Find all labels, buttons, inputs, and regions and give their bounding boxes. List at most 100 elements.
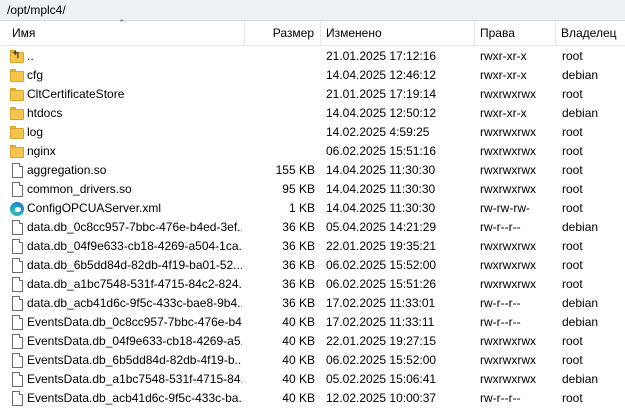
file-icon — [9, 295, 25, 312]
file-name: data.db_0c8cc957-7bbc-476e-b4ed-3ef... — [27, 220, 242, 234]
column-header-size-label: Размер — [272, 26, 314, 40]
file-size — [245, 142, 315, 161]
file-owner: root — [562, 144, 583, 158]
file-row[interactable]: data.db_a1bc7548-531f-4715-84c2-824... 36… — [0, 275, 625, 294]
column-header-name-label: Имя — [12, 26, 36, 40]
column-header-modified-label: Изменено — [326, 26, 382, 40]
file-permissions: rwxrwxrwx — [480, 334, 536, 348]
file-row[interactable]: CltCertificateStore 21.01.2025 17:19:14 rw… — [0, 85, 625, 104]
file-size: 95 KB — [282, 182, 315, 196]
up-folder-icon: ↰ — [9, 48, 25, 65]
file-modified: 14.04.2025 11:30:30 — [326, 182, 436, 196]
file-icon — [9, 352, 25, 369]
file-permissions: rwxrwxrwx — [480, 258, 536, 272]
file-name: data.db_6b5dd84d-82db-4f19-ba01-52... — [27, 258, 242, 272]
edge-icon — [9, 200, 25, 217]
file-owner: root — [562, 239, 583, 253]
file-owner: debian — [562, 296, 599, 310]
sort-ascending-icon: ⌃ — [118, 18, 126, 28]
file-size: 36 KB — [282, 220, 315, 234]
file-icon — [9, 162, 25, 179]
file-row[interactable]: htdocs 14.04.2025 12:50:12 rwxr-xr-x debian — [0, 104, 625, 123]
file-permissions: rwxrwxrwx — [480, 163, 536, 177]
file-name: EventsData.db_acb41d6c-9f5c-433c-ba... — [27, 391, 242, 405]
file-modified: 05.04.2025 14:21:29 — [326, 220, 437, 234]
file-icon — [9, 333, 25, 350]
file-owner: debian — [562, 372, 599, 386]
file-size — [245, 47, 315, 66]
file-owner: root — [562, 87, 583, 101]
column-header-modified[interactable]: Изменено — [321, 21, 475, 46]
column-header-permissions[interactable]: Права — [475, 21, 556, 46]
file-name: data.db_a1bc7548-531f-4715-84c2-824... — [27, 277, 242, 291]
file-row[interactable]: log 14.02.2025 4:59:25 rwxrwxrwx root — [0, 123, 625, 142]
file-row[interactable]: cfg 14.04.2025 12:46:12 rwxr-xr-x debian — [0, 66, 625, 85]
file-row[interactable]: EventsData.db_04f9e633-cb18-4269-a5... 40… — [0, 332, 625, 351]
file-permissions: rwxrwxrwx — [480, 182, 536, 196]
file-name: log — [27, 125, 44, 139]
file-row[interactable]: data.db_04f9e633-cb18-4269-a504-1ca... 36… — [0, 237, 625, 256]
file-modified: 22.01.2025 19:27:15 — [326, 334, 437, 348]
file-permissions: rwxrwxrwx — [480, 144, 536, 158]
file-owner: debian — [562, 220, 599, 234]
file-name: EventsData.db_04f9e633-cb18-4269-a5... — [27, 334, 242, 348]
file-size: 36 KB — [282, 277, 315, 291]
file-list[interactable]: ↰.. 21.01.2025 17:12:16 rwxr-xr-x root cfg 14… — [0, 47, 625, 415]
file-row[interactable]: EventsData.db_6b5dd84d-82db-4f19-b... 40 … — [0, 351, 625, 370]
file-size: 36 KB — [282, 258, 315, 272]
file-name: EventsData.db_6b5dd84d-82db-4f19-b... — [27, 353, 242, 367]
file-permissions: rwxr-xr-x — [480, 68, 527, 82]
column-header-owner[interactable]: Владелец — [556, 21, 625, 46]
file-owner: root — [562, 391, 583, 405]
file-row[interactable]: data.db_acb41d6c-9f5c-433c-bae8-9b4... 36… — [0, 294, 625, 313]
file-size: 40 KB — [282, 315, 315, 329]
path-bar[interactable]: /opt/mplc4/ — [0, 0, 625, 21]
file-owner: root — [562, 49, 583, 63]
file-owner: root — [562, 163, 583, 177]
file-size — [245, 85, 315, 104]
file-permissions: rw-r--r-- — [480, 315, 521, 329]
file-icon — [9, 181, 25, 198]
folder-icon — [9, 86, 25, 103]
file-modified: 17.02.2025 11:33:01 — [326, 296, 436, 310]
file-row[interactable]: ↰.. 21.01.2025 17:12:16 rwxr-xr-x root — [0, 47, 625, 66]
file-name: data.db_acb41d6c-9f5c-433c-bae8-9b4... — [27, 296, 242, 310]
file-modified: 05.02.2025 15:06:41 — [326, 372, 437, 386]
file-row[interactable]: aggregation.so 155 KB 14.04.2025 11:30:30 r… — [0, 161, 625, 180]
file-name: ConfigOPCUAServer.xml — [27, 201, 162, 215]
file-permissions: rw-r--r-- — [480, 220, 521, 234]
file-modified: 14.04.2025 12:50:12 — [326, 106, 437, 120]
folder-icon — [9, 105, 25, 122]
file-row[interactable]: EventsData.db_acb41d6c-9f5c-433c-ba... 40… — [0, 389, 625, 408]
file-owner: root — [562, 182, 583, 196]
file-row[interactable]: nginx 06.02.2025 15:51:16 rwxrwxrwx root — [0, 142, 625, 161]
file-modified: 22.01.2025 19:35:21 — [326, 239, 437, 253]
file-icon — [9, 390, 25, 407]
column-header-size[interactable]: Размер — [245, 21, 321, 46]
column-header-permissions-label: Права — [480, 26, 515, 40]
file-row[interactable]: EventsData.db_0c8cc957-7bbc-476e-b4... 40… — [0, 313, 625, 332]
file-row[interactable]: data.db_6b5dd84d-82db-4f19-ba01-52... 36 … — [0, 256, 625, 275]
file-permissions: rwxrwxrwx — [480, 239, 536, 253]
file-row[interactable]: ConfigOPCUAServer.xml 1 KB 14.04.2025 11:3… — [0, 199, 625, 218]
file-permissions: rwxrwxrwx — [480, 372, 536, 386]
folder-icon — [9, 143, 25, 160]
file-permissions: rw-r--r-- — [480, 296, 521, 310]
folder-icon — [9, 67, 25, 84]
file-icon — [9, 219, 25, 236]
file-size: 1 KB — [288, 201, 315, 215]
file-owner: root — [562, 353, 583, 367]
file-row[interactable]: EventsData.db_a1bc7548-531f-4715-84... 40… — [0, 370, 625, 389]
column-header-name[interactable]: ⌃ Имя — [0, 18, 245, 46]
column-header-row: ⌃ Имя Размер Изменено Права Владелец — [0, 18, 625, 46]
file-permissions: rw-r--r-- — [480, 391, 521, 405]
file-icon — [9, 276, 25, 293]
file-row[interactable]: common_drivers.so 95 KB 14.04.2025 11:30:3… — [0, 180, 625, 199]
file-modified: 17.02.2025 11:33:11 — [326, 315, 435, 329]
file-name: EventsData.db_0c8cc957-7bbc-476e-b4... — [27, 315, 242, 329]
file-owner: root — [562, 277, 583, 291]
file-row[interactable]: data.db_0c8cc957-7bbc-476e-b4ed-3ef... 36… — [0, 218, 625, 237]
file-modified: 14.04.2025 12:46:12 — [326, 68, 437, 82]
folder-icon — [9, 124, 25, 141]
file-name: htdocs — [27, 106, 63, 120]
